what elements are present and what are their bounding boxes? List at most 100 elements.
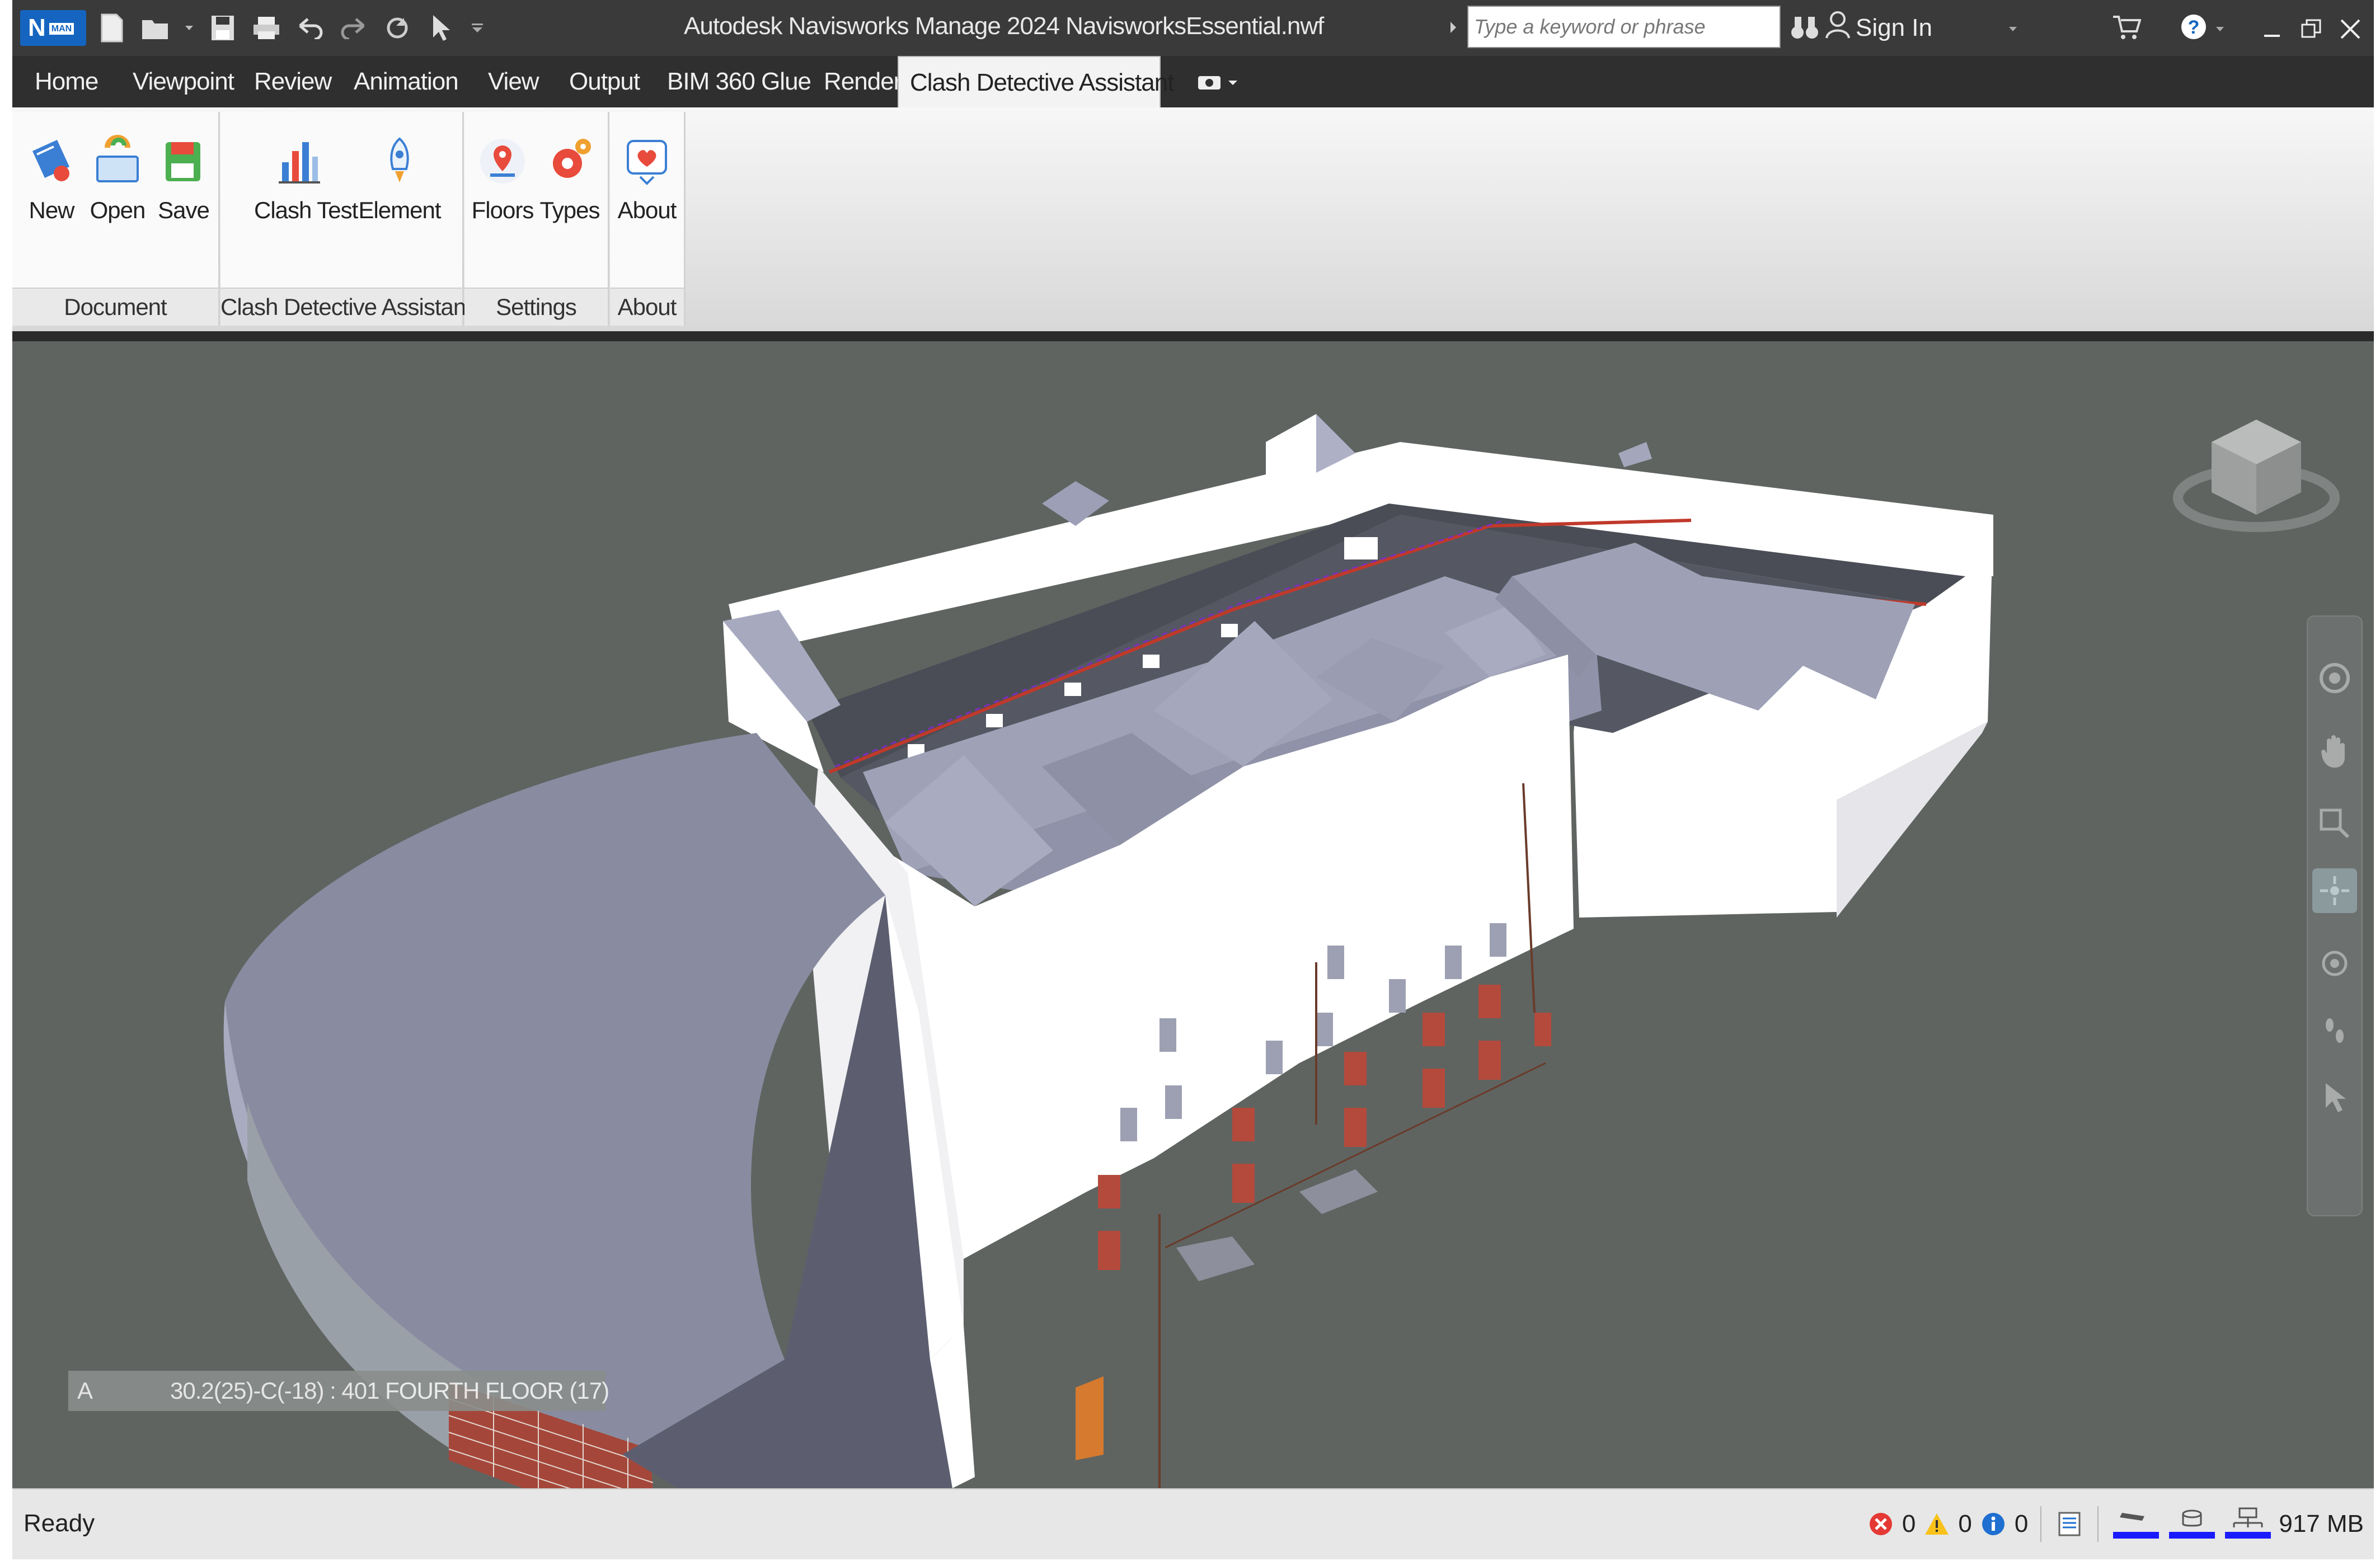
chevron-right-icon[interactable] [1445,13,1462,41]
save-label: Save [158,197,210,223]
select-cursor-icon[interactable] [425,12,457,44]
panel-title-about: About [610,288,684,326]
binoculars-icon[interactable] [1789,12,1820,44]
about-button[interactable]: About [613,134,680,224]
title-bar: N MAN Autodesk Navisworks Manage 2024 Nav… [12,0,2374,56]
status-indicators: 0 0 0 917 MB [1865,1503,2364,1545]
pencil-progress-icon[interactable] [2111,1508,2161,1540]
search-input[interactable]: Type a keyword or phrase [1467,6,1781,48]
pan-hand-icon[interactable] [2312,728,2357,773]
ribbon-panel-about: About About [610,112,686,326]
new-document-icon [32,140,69,181]
sign-in-button[interactable]: Sign In [1825,10,1932,45]
building-model[interactable] [12,341,2374,1488]
zoom-window-icon[interactable] [2312,801,2357,846]
types-button[interactable]: Types [536,134,603,224]
grid-location-readout: A 30.2(25)-C(-18) : 401 FOURTH FLOOR (17… [68,1371,609,1411]
info-count: 0 [2014,1510,2029,1537]
ribbon-panel-settings: Floors Types Settings [464,112,609,326]
save-color-icon [166,142,200,181]
application-window: N MAN Autodesk Navisworks Manage 2024 Nav… [12,0,2374,1559]
close-icon[interactable] [2335,13,2366,45]
status-separator-2 [2097,1506,2099,1542]
panel-title-clash-detective-assistant: Clash Detective Assistant [220,288,472,326]
help-dropdown-icon[interactable] [2212,13,2228,45]
tab-viewpoint[interactable]: Viewpoint [121,56,245,107]
grid-label: A [77,1377,93,1404]
look-around-icon[interactable] [2312,941,2357,986]
error-count: 0 [1902,1510,1916,1537]
memory-usage: 917 MB [2279,1510,2364,1537]
new-file-icon[interactable] [96,12,128,44]
floors-button[interactable]: Floors [469,134,536,224]
floors-label: Floors [471,197,534,223]
print-icon[interactable] [251,12,282,44]
redo-icon[interactable] [338,12,369,44]
steering-wheel-icon[interactable] [2312,656,2357,700]
panel-title-settings: Settings [464,288,608,326]
chevron-down-icon[interactable] [184,12,195,44]
new-button[interactable]: New [18,134,85,224]
open-label: Open [90,197,146,223]
open-folder-icon[interactable] [140,12,171,44]
app-badge-sub: MAN [49,23,74,35]
warning-count: 0 [1958,1510,1972,1537]
restore-icon[interactable] [2295,13,2327,45]
quick-access-toolbar [96,8,486,48]
open-folder-color-icon [96,135,139,182]
navigation-bar [2307,615,2363,1216]
warning-icon[interactable] [1921,1508,1952,1540]
tab-review[interactable]: Review [243,56,342,107]
floors-location-icon [480,139,525,184]
orbit-icon[interactable] [2312,868,2357,913]
open-button[interactable]: Open [84,134,151,224]
panel-title-document: Document [12,288,218,326]
clash-test-button[interactable]: Clash Test [254,134,358,224]
ribbon-tab-bar: Home Viewpoint Review Animation View Out… [12,56,2374,107]
ribbon-panel-clash-detective-assistant: Clash Test Element Clash Detective Assis… [220,112,472,326]
save-button[interactable]: Save [150,134,217,224]
gear-icon [553,139,591,178]
ribbon-panel-document: New Open Save Document [12,112,220,326]
element-button[interactable]: Element [355,134,444,224]
disk-progress-icon[interactable] [2167,1508,2217,1540]
3d-viewport[interactable]: A 30.2(25)-C(-18) : 401 FOURTH FLOOR (17… [12,341,2374,1488]
walk-footprints-icon[interactable] [2312,1008,2357,1053]
types-label: Types [539,197,600,223]
window-title: Autodesk Navisworks Manage 2024 Naviswor… [684,12,1324,40]
clash-test-label: Clash Test [254,197,358,223]
rocket-icon [390,137,409,182]
status-separator [2040,1506,2042,1542]
grid-location-text: 30.2(25)-C(-18) : 401 FOURTH FLOOR (17) [170,1377,609,1404]
info-icon[interactable] [1978,1508,2009,1540]
camera-dropdown-icon[interactable] [1193,66,1243,97]
customize-toolbar-icon[interactable] [469,12,486,44]
tab-animation[interactable]: Animation [342,56,470,107]
save-icon[interactable] [207,12,238,44]
tab-clash-detective-assistant[interactable]: Clash Detective Assistant [898,56,1174,107]
select-arrow-icon[interactable] [2312,1075,2357,1120]
tab-home[interactable]: Home [24,56,109,107]
refresh-icon[interactable] [382,12,413,44]
help-icon[interactable]: ? [2178,11,2209,43]
element-label: Element [358,197,441,223]
ribbon: New Open Save Document Clash Test Elemen… [12,107,2374,331]
tab-bim-360-glue[interactable]: BIM 360 Glue [656,56,822,107]
app-badge: N [28,14,46,41]
sign-in-dropdown-icon[interactable] [2005,13,2021,45]
sign-in-label: Sign In [1856,13,1932,41]
error-icon[interactable] [1865,1508,1897,1540]
viewcube-icon[interactable] [2172,403,2340,537]
sheet-list-icon[interactable] [2054,1508,2085,1540]
network-progress-icon[interactable] [2223,1507,2273,1540]
tab-output[interactable]: Output [558,56,651,107]
status-bar: Ready 0 0 0 917 MB [12,1488,2374,1559]
status-text: Ready [24,1509,95,1537]
minimize-icon[interactable] [2256,13,2288,45]
svg-text:?: ? [2188,17,2200,38]
tab-view[interactable]: View [477,56,550,107]
cart-icon[interactable] [2111,11,2142,43]
application-menu-button[interactable]: N MAN [20,10,86,46]
about-label: About [617,197,677,223]
undo-icon[interactable] [294,12,326,44]
